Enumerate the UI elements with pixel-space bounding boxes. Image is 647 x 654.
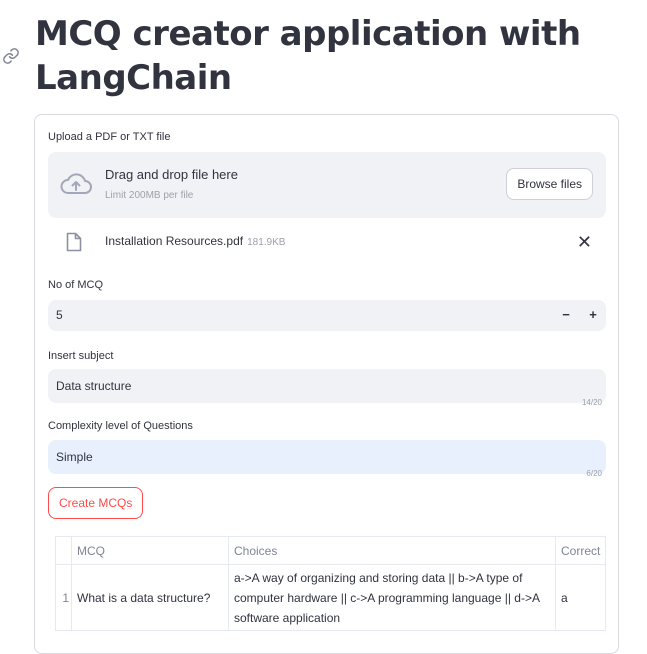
browse-files-button[interactable]: Browse files (506, 168, 593, 200)
num-mcq-label: No of MCQ (48, 279, 104, 291)
link-icon[interactable] (2, 47, 20, 65)
complexity-char-count: 6/20 (586, 469, 602, 478)
complexity-label: Complexity level of Questions (48, 420, 193, 432)
file-dropzone[interactable]: Drag and drop file here Limit 200MB per … (48, 152, 606, 218)
column-header-mcq: MCQ (71, 536, 229, 565)
file-name: Installation Resources.pdf 181.9KB (105, 234, 285, 248)
file-icon (66, 232, 82, 252)
complexity-value: Simple (56, 450, 93, 464)
cell-mcq: What is a data structure? (71, 564, 229, 631)
cell-correct: a (554, 564, 607, 631)
page-title: MCQ creator application with LangChain (35, 14, 581, 98)
num-mcq-value: 5 (56, 308, 63, 322)
file-name-text: Installation Resources.pdf (105, 234, 244, 248)
mcq-form: Upload a PDF or TXT file Drag and drop f… (34, 114, 619, 654)
subject-label: Insert subject (48, 350, 114, 362)
file-size: 181.9KB (247, 237, 286, 248)
uploaded-file: Installation Resources.pdf 181.9KB ✕ (48, 230, 606, 256)
table-header-row: MCQ Choices Correct (55, 536, 607, 565)
subject-value: Data structure (56, 379, 132, 393)
close-icon[interactable]: ✕ (577, 232, 592, 252)
dropzone-title: Drag and drop file here (105, 167, 238, 182)
increment-button[interactable]: + (583, 305, 603, 325)
column-header-correct: Correct (554, 536, 607, 565)
decrement-button[interactable]: − (556, 305, 576, 325)
table-row: 1 What is a data structure? a->A way of … (55, 564, 607, 631)
column-header-index (55, 536, 72, 565)
row-index: 1 (55, 564, 72, 631)
mcq-table: MCQ Choices Correct 1 What is a data str… (55, 536, 607, 631)
subject-input[interactable]: Data structure 14/20 (48, 369, 606, 407)
cell-choices: a->A way of organizing and storing data … (228, 564, 556, 631)
cloud-upload-icon (60, 173, 92, 194)
upload-label: Upload a PDF or TXT file (48, 131, 171, 143)
create-mcqs-button[interactable]: Create MCQs (48, 487, 144, 519)
complexity-input[interactable]: Simple 6/20 (48, 440, 606, 478)
dropzone-limit: Limit 200MB per file (105, 190, 194, 201)
subject-char-count: 14/20 (581, 398, 602, 407)
num-mcq-input[interactable]: 5 − + (48, 300, 606, 331)
column-header-choices: Choices (228, 536, 556, 565)
